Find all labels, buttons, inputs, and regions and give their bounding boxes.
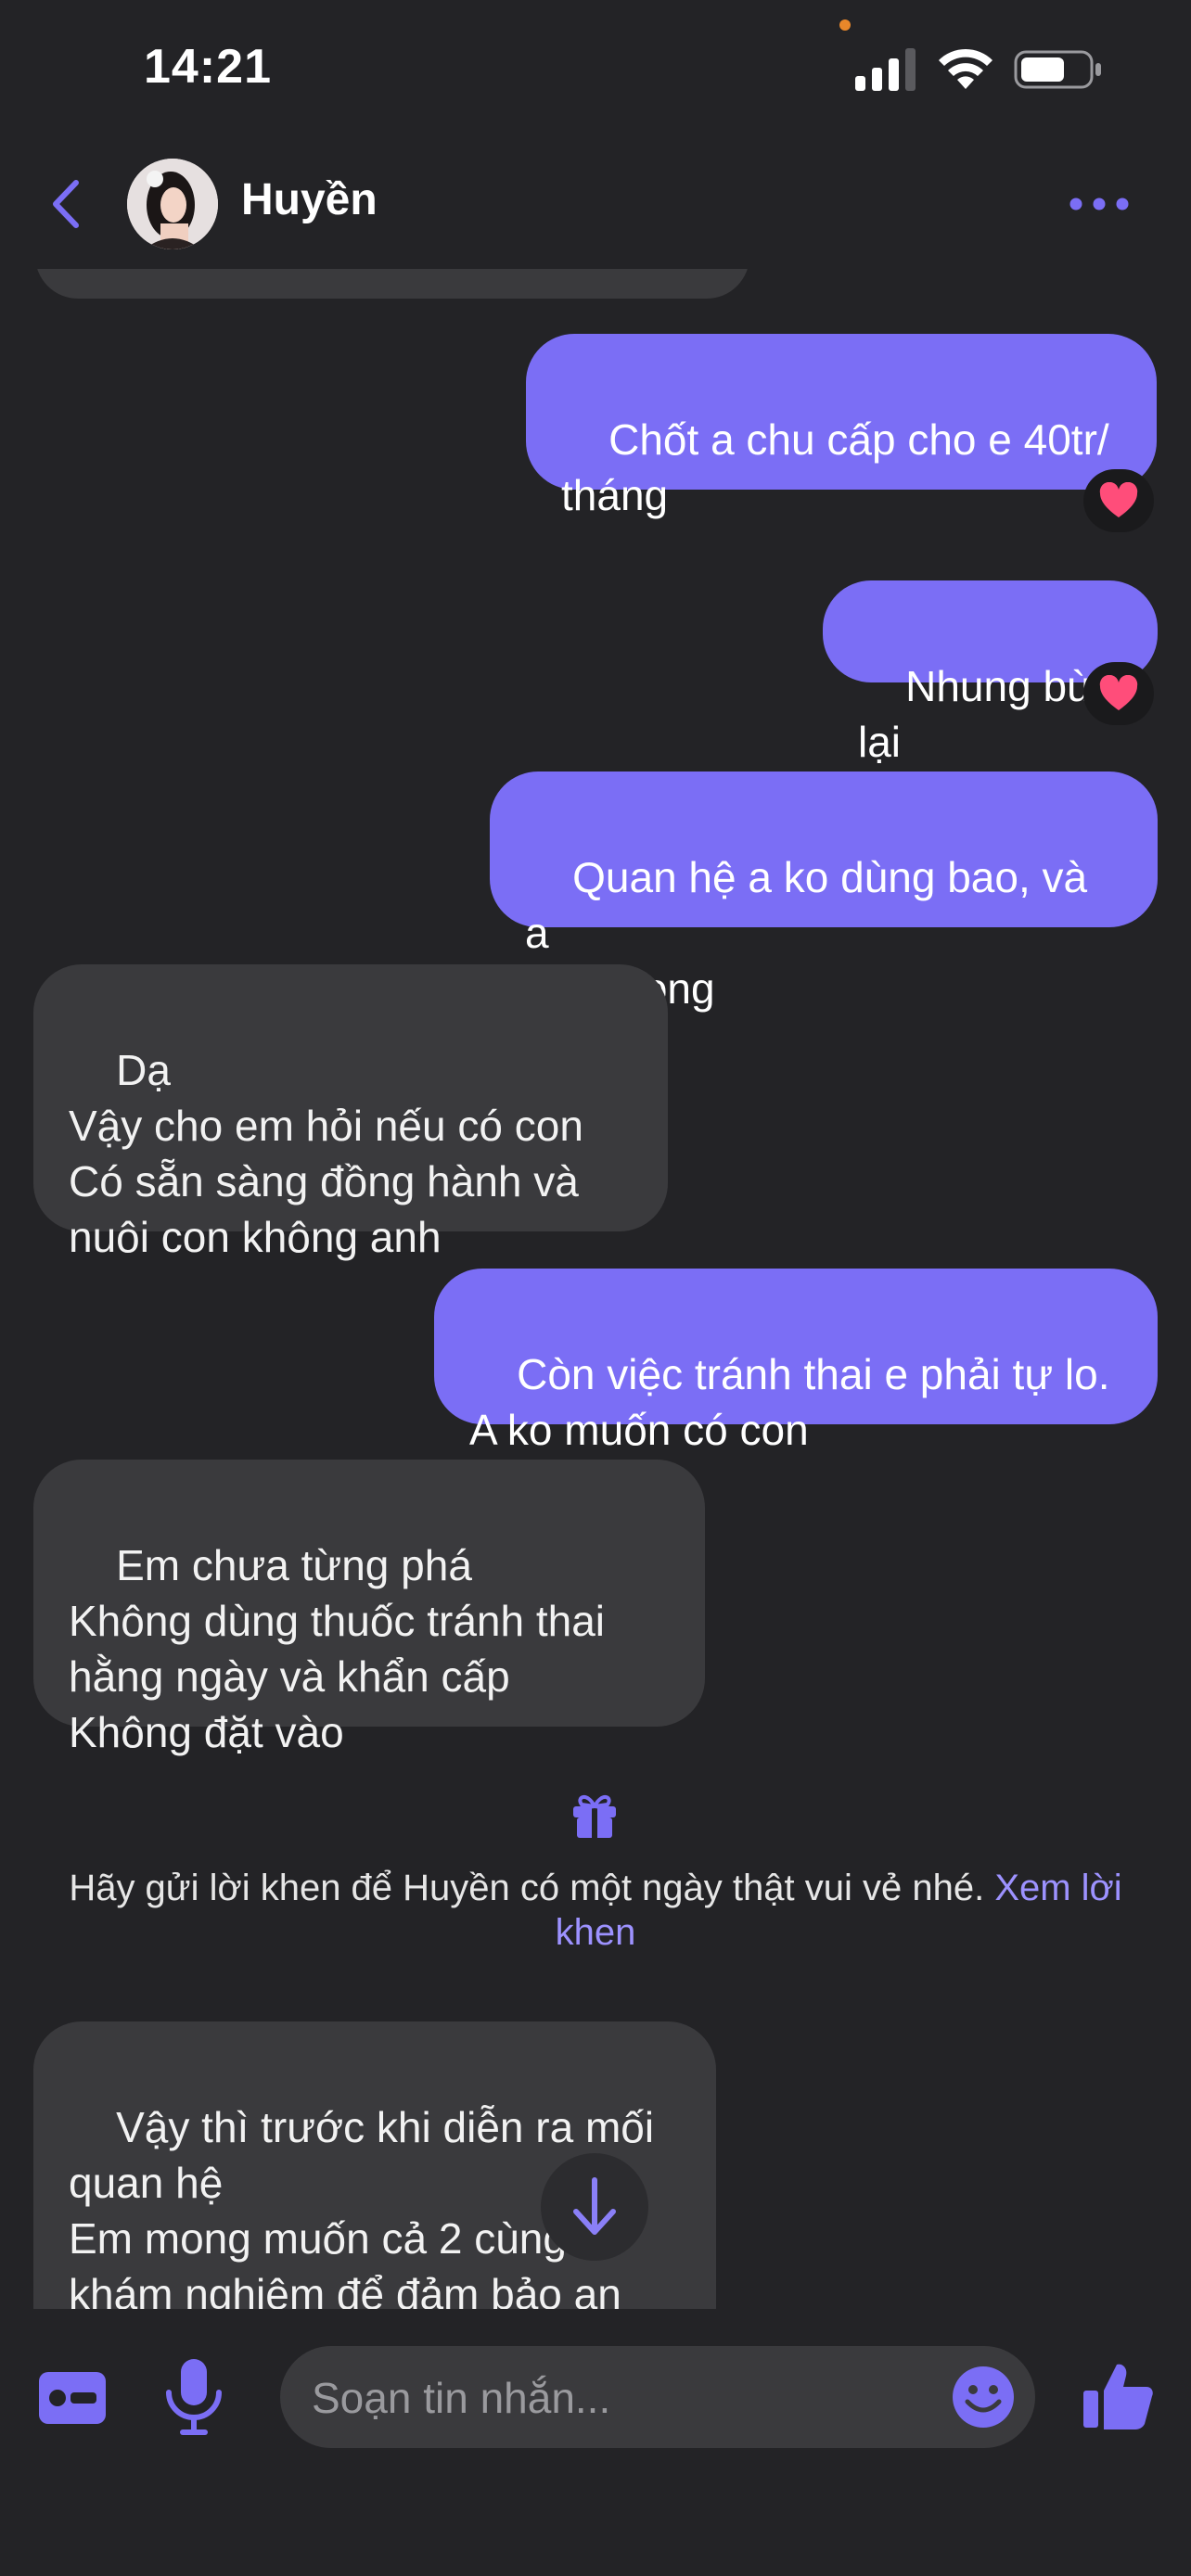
heart-reaction-icon bbox=[1099, 675, 1138, 710]
previous-message-bubble[interactable] bbox=[35, 269, 749, 299]
reaction-badge[interactable] bbox=[1083, 662, 1154, 725]
message-bubble-outgoing[interactable]: Quan hệ a ko dùng bao, và a xuất trong bbox=[490, 772, 1158, 1013]
message-text: Còn việc tránh thai e phải tự lo. A ko m… bbox=[469, 1350, 1110, 1454]
thumbs-up-icon[interactable] bbox=[1082, 2359, 1154, 2431]
arrow-down-icon bbox=[573, 2177, 616, 2235]
cellular-signal-icon bbox=[855, 48, 916, 91]
home-indicator bbox=[0, 2557, 1191, 2576]
emoji-icon[interactable] bbox=[951, 2365, 1016, 2429]
recording-indicator-dot bbox=[839, 19, 851, 31]
message-text: Em chưa từng phá Không dùng thuốc tránh … bbox=[69, 1541, 606, 1756]
suggestion-text: Hãy gửi lời khen để Huyền có một ngày th… bbox=[69, 1868, 995, 1908]
message-text: Nhung bù lại bbox=[858, 662, 1091, 766]
avatar-photo bbox=[127, 159, 218, 249]
message-text: Chốt a chu cấp cho e 40tr/ tháng bbox=[561, 415, 1109, 519]
compliment-suggestion: Hãy gửi lời khen để Huyền có một ngày th… bbox=[37, 1866, 1154, 1955]
reaction-badge[interactable] bbox=[1083, 469, 1154, 532]
contact-card-icon[interactable] bbox=[37, 2370, 108, 2426]
gift-icon bbox=[573, 1795, 616, 1838]
message-bubble-outgoing[interactable]: Chốt a chu cấp cho e 40tr/ tháng bbox=[526, 334, 1157, 519]
microphone-icon[interactable] bbox=[163, 2357, 224, 2437]
message-bubble-incoming[interactable]: Dạ Vậy cho em hỏi nếu có con Có sẵn sàng… bbox=[33, 964, 668, 1261]
message-input[interactable]: Soạn tin nhắn... bbox=[280, 2346, 1035, 2448]
back-button[interactable] bbox=[39, 172, 95, 236]
scroll-to-bottom-button[interactable] bbox=[541, 2153, 648, 2261]
status-bar: 14:21 bbox=[0, 0, 1191, 139]
more-options-icon[interactable] bbox=[1067, 190, 1132, 218]
heart-reaction-icon bbox=[1099, 482, 1138, 517]
message-composer: Soạn tin nhắn... bbox=[0, 2309, 1191, 2576]
avatar[interactable] bbox=[127, 159, 218, 249]
message-text: Dạ Vậy cho em hỏi nếu có con Có sẵn sàng… bbox=[69, 1046, 583, 1261]
battery-icon bbox=[1014, 50, 1101, 89]
message-bubble-outgoing[interactable]: Còn việc tránh thai e phải tự lo. A ko m… bbox=[434, 1269, 1158, 1454]
message-bubble-incoming[interactable]: Em chưa từng phá Không dùng thuốc tránh … bbox=[33, 1460, 705, 1756]
message-list[interactable]: Chốt a chu cấp cho e 40tr/ tháng Nhung b… bbox=[0, 269, 1191, 2309]
chat-header: Huyền bbox=[0, 139, 1191, 269]
message-input-placeholder: Soạn tin nhắn... bbox=[312, 2374, 611, 2422]
status-time: 14:21 bbox=[144, 40, 272, 94]
wifi-icon bbox=[939, 48, 992, 89]
contact-name[interactable]: Huyền bbox=[241, 174, 378, 225]
